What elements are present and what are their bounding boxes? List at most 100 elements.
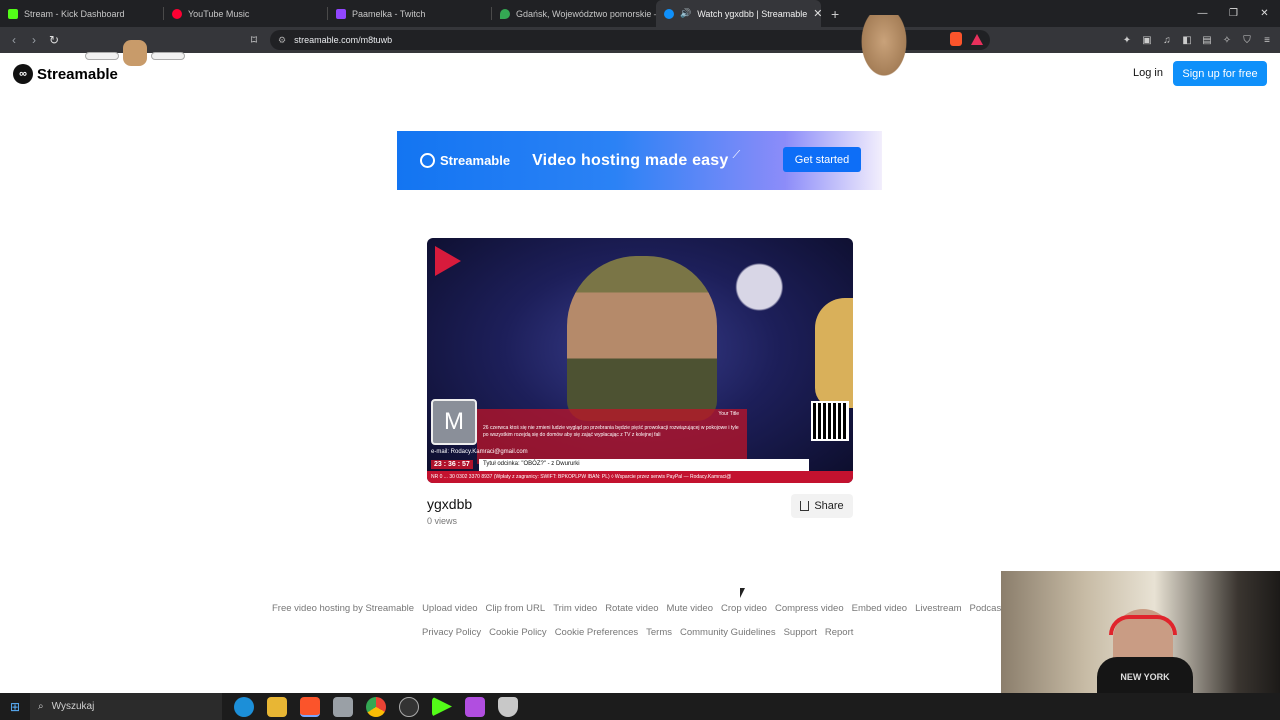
channel-logo-icon: [435, 246, 461, 276]
footer-link[interactable]: Embed video: [852, 603, 907, 614]
window-controls: — ❐ ✕: [1187, 0, 1280, 27]
brave-shields-icon[interactable]: [950, 32, 962, 46]
footer-link[interactable]: Upload video: [422, 603, 477, 614]
taskbar-search[interactable]: ⌕ Wyszukaj: [30, 693, 222, 720]
footer-link[interactable]: Clip from URL: [486, 603, 546, 614]
search-icon: ⌕: [38, 701, 44, 712]
overlay-email: e-mail: Rodacy.Kamraci@gmail.com: [431, 449, 528, 455]
tab-kick-dashboard[interactable]: Stream - Kick Dashboard: [0, 0, 164, 27]
footer-link[interactable]: Mute video: [667, 603, 713, 614]
chrome-icon[interactable]: [366, 696, 386, 717]
footer-link[interactable]: Trim video: [553, 603, 597, 614]
tab-label: Stream - Kick Dashboard: [24, 8, 125, 19]
donation-ticker: NR 0 ... 30 0302 3370 8937 (Wpłaty z zag…: [427, 471, 853, 483]
get-started-button[interactable]: Get started: [783, 147, 861, 172]
footer-links-legal: Privacy Policy Cookie Policy Cookie Pref…: [422, 627, 853, 638]
share-button[interactable]: Share: [791, 494, 853, 518]
windows-taskbar: ⊞ ⌕ Wyszukaj: [0, 693, 1280, 720]
reload-icon[interactable]: ↻: [44, 30, 64, 50]
video-frame-person: [567, 256, 717, 421]
forward-icon[interactable]: ›: [24, 30, 44, 50]
media-icon[interactable]: ♫: [1160, 30, 1174, 50]
minimize-icon[interactable]: —: [1187, 0, 1218, 27]
streamable-logo-icon: ∞: [13, 64, 33, 84]
toolbar-actions: ✦ ▣ ♫ ◧ ▤ ✧ ⛉ ≡: [1120, 30, 1274, 50]
share-icon: [800, 501, 810, 511]
footer-link[interactable]: Privacy Policy: [422, 627, 481, 638]
youtube-music-icon: [172, 8, 182, 19]
footer-link[interactable]: Cookie Preferences: [555, 627, 638, 638]
footer-link[interactable]: Cookie Policy: [489, 627, 547, 638]
site-settings-icon[interactable]: ⚙: [278, 35, 286, 46]
browser-tab-strip: Stream - Kick Dashboard YouTube Music Pa…: [0, 0, 1280, 27]
promo-banner[interactable]: Streamable Video hosting made easy ⟋ Get…: [397, 131, 882, 190]
tab-youtube-music[interactable]: YouTube Music: [164, 0, 328, 27]
vpn-icon[interactable]: ⛉: [1240, 30, 1254, 50]
tab-label: Paamelka - Twitch: [352, 8, 426, 19]
map-pin-icon: [500, 8, 510, 19]
tab-google-maps[interactable]: Gdańsk, Województwo pomorskie – G: [492, 0, 656, 27]
episode-title: Tytuł odcinka: "OBÓZ?" - z Dwururki: [479, 459, 809, 471]
back-icon[interactable]: ‹: [4, 30, 24, 50]
banner-logo: Streamable: [420, 153, 510, 168]
video-player[interactable]: Your Title 26 czerwca ktoś się nie zmien…: [427, 238, 853, 483]
tab-label: YouTube Music: [188, 8, 250, 19]
tab-streamable[interactable]: 🔊 Watch ygxdbb | Streamable ✕: [656, 0, 821, 27]
footer-link[interactable]: Community Guidelines: [680, 627, 776, 638]
brave-rewards-icon[interactable]: [971, 34, 983, 45]
new-tab-button[interactable]: +: [821, 6, 849, 22]
video-lower-third: Your Title 26 czerwca ktoś się nie zmien…: [427, 399, 853, 483]
file-explorer-icon[interactable]: [267, 696, 287, 717]
brave-icon[interactable]: [300, 696, 320, 717]
footer-link[interactable]: Report: [825, 627, 854, 638]
bookmark-icon[interactable]: ⌑: [244, 30, 264, 50]
tab-twitch[interactable]: Paamelka - Twitch: [328, 0, 492, 27]
shield-app-icon[interactable]: [498, 696, 518, 717]
footer-link[interactable]: Livestream: [915, 603, 961, 614]
kick-app-icon[interactable]: [432, 696, 452, 717]
cat-sticker-overlay: [85, 40, 185, 68]
footer-link[interactable]: Support: [784, 627, 817, 638]
extensions-icon[interactable]: ✦: [1120, 30, 1134, 50]
tab-label: Gdańsk, Województwo pomorskie – G: [516, 8, 656, 19]
url-text: streamable.com/m8tuwb: [294, 35, 393, 45]
obs-icon[interactable]: [399, 696, 419, 717]
footer-link[interactable]: Terms: [646, 627, 672, 638]
mouse-cursor-icon: [740, 588, 745, 598]
webcam-overlay: NEW YORK: [1001, 571, 1280, 693]
footer-link[interactable]: Crop video: [721, 603, 767, 614]
overlay-clock: 23 : 36 : 57: [431, 460, 473, 469]
app-icon[interactable]: [333, 696, 353, 717]
footer-links-primary: Free video hosting by Streamable Upload …: [272, 603, 1001, 614]
close-window-icon[interactable]: ✕: [1249, 0, 1280, 27]
screenshot-icon[interactable]: ▣: [1140, 30, 1154, 50]
edge-icon[interactable]: [234, 696, 254, 717]
video-title: ygxdbb: [427, 496, 473, 512]
footer-link[interactable]: Free video hosting by Streamable: [272, 603, 414, 614]
taskbar-apps: [234, 696, 518, 717]
menu-icon[interactable]: ≡: [1260, 30, 1274, 50]
streamable-icon: [664, 8, 674, 19]
game-app-icon[interactable]: [465, 696, 485, 717]
view-count: 0 views: [427, 516, 458, 526]
footer-link[interactable]: Podcas: [970, 603, 1002, 614]
overlay-avatar: M: [431, 399, 477, 445]
footer-link[interactable]: Compress video: [775, 603, 844, 614]
streamable-logo-icon: [420, 153, 435, 168]
close-tab-icon[interactable]: ✕: [813, 7, 821, 20]
login-link[interactable]: Log in: [1133, 67, 1163, 79]
sparkle-icon: ⟋: [732, 149, 741, 161]
tab-label: Watch ygxdbb | Streamable: [697, 8, 808, 19]
sidebar-icon[interactable]: ◧: [1180, 30, 1194, 50]
browser-toolbar: ‹ › ↻ ⌑ ⚙ streamable.com/m8tuwb ✦ ▣ ♫ ◧ …: [0, 27, 1280, 53]
qr-code-icon: [811, 401, 849, 441]
wallet-icon[interactable]: ▤: [1200, 30, 1214, 50]
signup-button[interactable]: Sign up for free: [1173, 61, 1267, 86]
leo-ai-icon[interactable]: ✧: [1220, 30, 1234, 50]
windows-start-icon[interactable]: ⊞: [0, 700, 30, 714]
logo-text: Streamable: [37, 65, 118, 83]
restore-icon[interactable]: ❐: [1218, 0, 1249, 27]
footer-link[interactable]: Rotate video: [605, 603, 658, 614]
kick-icon: [8, 8, 18, 19]
twitch-icon: [336, 8, 346, 19]
